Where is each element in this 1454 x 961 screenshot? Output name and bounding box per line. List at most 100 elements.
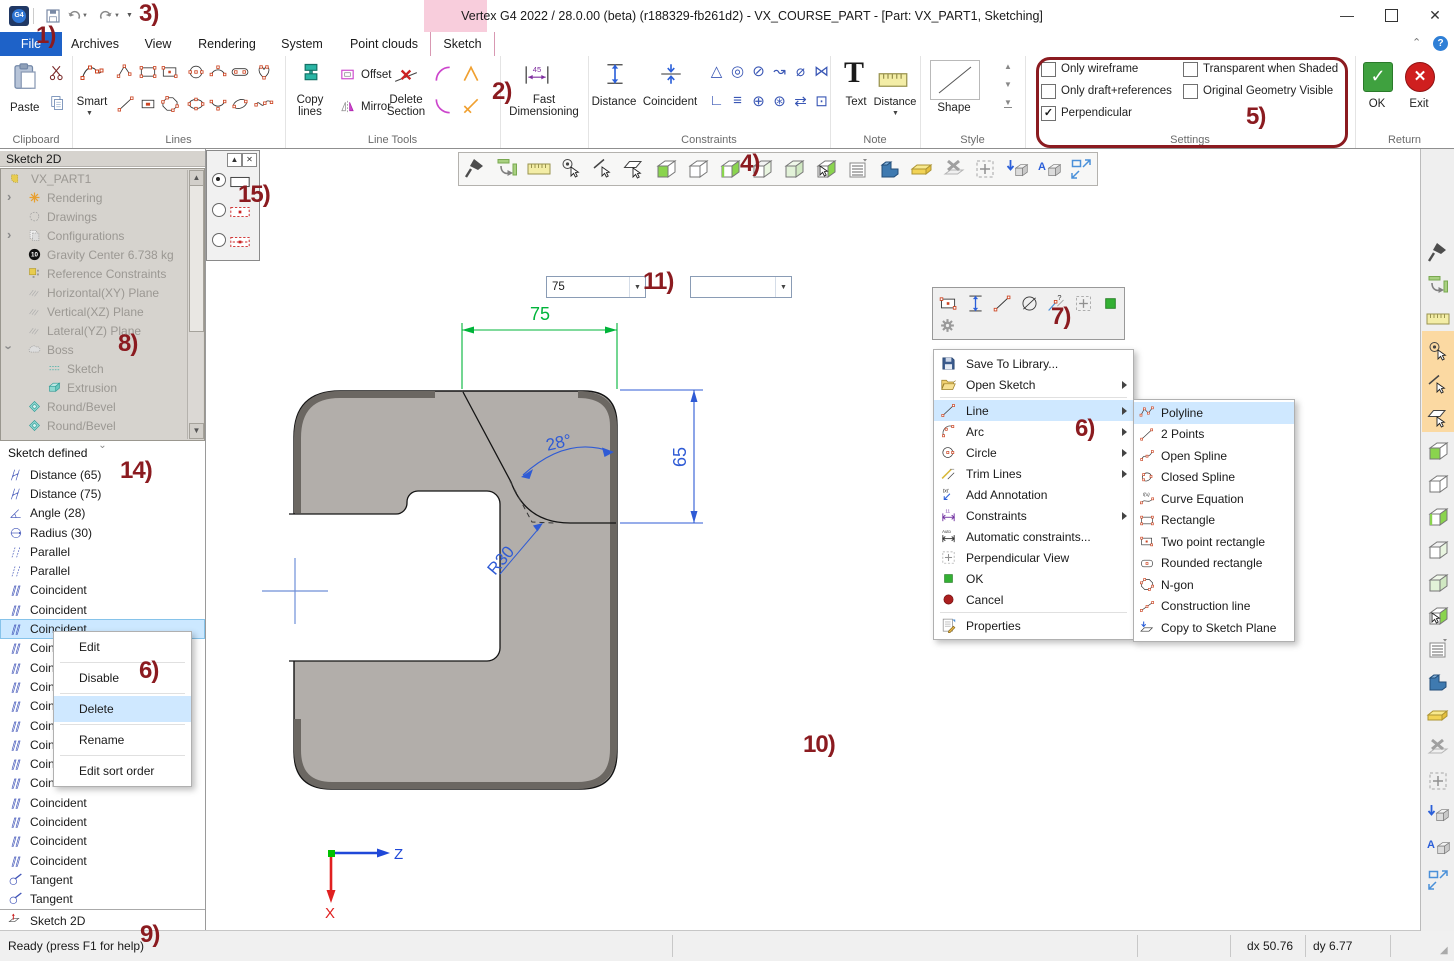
constraint-item-distance-65-[interactable]: Distance (65) [0, 465, 205, 484]
slot-cutout[interactable] [289, 491, 500, 661]
help-icon[interactable]: ? [1433, 36, 1448, 51]
cubefront-button[interactable] [1426, 439, 1450, 463]
moveplane-button[interactable] [1426, 274, 1450, 298]
chevron-down-icon[interactable]: › [2, 345, 17, 349]
rectf-tool[interactable] [138, 94, 158, 114]
tree-item-round-bevel[interactable]: Round/Bevel [1, 416, 204, 435]
menu-item-construction-line[interactable]: Construction line [1134, 596, 1294, 618]
menu-item-open-spline[interactable]: Open Spline [1134, 445, 1294, 467]
distance-dropdown-icon[interactable]: ▼ [892, 110, 899, 117]
cubefront-button[interactable] [650, 153, 682, 185]
constraint-item-coincident[interactable]: Coincident [0, 600, 205, 619]
menu-item-closed-spline[interactable]: Closed Spline [1134, 467, 1294, 489]
listi-button[interactable] [842, 153, 874, 185]
checkbox-only-draft-references[interactable] [1041, 84, 1056, 99]
cubeback-button[interactable] [1426, 538, 1450, 562]
tab-system[interactable]: System [266, 32, 338, 56]
lblock-button[interactable] [874, 153, 906, 185]
rect-tool[interactable] [138, 62, 158, 82]
linesel-button[interactable] [587, 153, 619, 185]
line2-tool[interactable] [116, 94, 136, 114]
pin-button[interactable] [459, 153, 491, 185]
ok-label[interactable]: OK [1355, 98, 1399, 110]
undo-icon[interactable]: ▼ [66, 5, 88, 27]
arcdn-tool[interactable] [208, 94, 228, 114]
circle3-tool[interactable] [186, 62, 206, 82]
perpx-button[interactable] [1070, 290, 1097, 316]
menu-item-arc[interactable]: Arc [934, 421, 1133, 442]
menu-item-edit[interactable]: Edit [54, 634, 191, 660]
distance-constraint-icon[interactable] [602, 61, 628, 87]
exit-button[interactable]: ✕ [1405, 62, 1435, 92]
checkbox-transparent-when-shaded[interactable] [1183, 62, 1198, 77]
dropdown-arrow-icon[interactable]: ▼ [629, 277, 645, 297]
chamf1-tool[interactable] [461, 64, 481, 84]
menu-item-disable[interactable]: Disable [54, 665, 191, 691]
fillet2-tool[interactable] [433, 96, 453, 116]
tree-item-sketch[interactable]: Sketch [1, 359, 204, 378]
width-value[interactable]: 75 [530, 304, 550, 324]
constraint-item-tangent[interactable]: Tangent [0, 870, 205, 889]
ruler-button[interactable] [1426, 307, 1450, 331]
smart-label[interactable]: Smart [72, 96, 112, 108]
mirror-icon[interactable] [339, 98, 356, 115]
constraint-item-angle-28-[interactable]: Angle (28) [0, 504, 205, 523]
menu-item-delete[interactable]: Delete [54, 696, 191, 722]
ngon-tool[interactable] [160, 94, 180, 114]
constraint-tool[interactable]: ⇄ [790, 92, 811, 110]
distance-note-icon[interactable] [878, 65, 908, 95]
mode-radio-2[interactable] [212, 203, 226, 217]
line2-button[interactable] [989, 290, 1016, 316]
dimension-value[interactable]: 75 [547, 281, 629, 293]
tab-point-clouds[interactable]: Point clouds [338, 32, 430, 56]
okg-button[interactable] [1097, 290, 1124, 316]
chevron-right-icon[interactable]: › [7, 227, 11, 242]
scroll-down-icon[interactable]: ▼ [189, 423, 204, 439]
panel-close-icon[interactable]: ✕ [242, 153, 257, 167]
tree-item-vx-part1[interactable]: VX_PART1 [1, 169, 204, 188]
menu-item-rounded-rectangle[interactable]: Rounded rectangle [1134, 553, 1294, 575]
offset-icon[interactable] [339, 66, 356, 83]
collapse-ribbon-icon[interactable]: ⌃ [1412, 36, 1421, 49]
menu-item-add-annotation[interactable]: txtAdd Annotation [934, 484, 1133, 505]
close-button[interactable]: ✕ [1418, 0, 1452, 30]
constraint-item-tangent[interactable]: Tangent [0, 890, 205, 909]
planesel-button[interactable] [619, 153, 651, 185]
tree-item-lateral-yz-plane[interactable]: Lateral(YZ) Plane [1, 321, 204, 340]
tab-rendering[interactable]: Rendering [188, 32, 266, 56]
fitview-button[interactable] [1426, 868, 1450, 892]
tree-item-round-bevel[interactable]: Round/Bevel [1, 397, 204, 416]
menu-item-constraints[interactable]: 11Constraints [934, 505, 1133, 526]
planesel-button[interactable] [1426, 406, 1450, 430]
quick-access-customize-icon[interactable]: ▼ [126, 12, 133, 19]
cubewire-button[interactable] [682, 153, 714, 185]
menu-item-circle[interactable]: Circle [934, 442, 1133, 463]
delx-button[interactable] [1426, 736, 1450, 760]
cubesolid-button[interactable] [1426, 571, 1450, 595]
angline-tool[interactable] [116, 62, 136, 82]
acube-button[interactable]: A [1426, 835, 1450, 859]
delx-button[interactable] [938, 153, 970, 185]
mode-radio-3[interactable] [212, 233, 226, 247]
tprect2-button[interactable] [935, 290, 962, 316]
scroll-thumb[interactable] [189, 185, 204, 332]
perpx-button[interactable] [1426, 769, 1450, 793]
fast-dim-label2[interactable]: Dimensioning [500, 106, 588, 118]
constraint-item-coincident[interactable]: Coincident [0, 581, 205, 600]
menu-item-automatic-constraints-[interactable]: AutoAutomatic constraints... [934, 526, 1133, 547]
constraint-item-radius-30-[interactable]: Radius (30) [0, 523, 205, 542]
ellipse2-tool[interactable] [230, 94, 250, 114]
tree-item-configurations[interactable]: ›Configurations [1, 226, 204, 245]
ellipse-tool[interactable] [186, 94, 206, 114]
constraint-tool[interactable]: ⊛ [769, 92, 790, 110]
constraint-tool[interactable]: ≡ [727, 92, 748, 109]
tree-item-vertical-xz-plane[interactable]: Vertical(XZ) Plane [1, 302, 204, 321]
fast-dimensioning-icon[interactable]: 45 [524, 62, 550, 88]
tree-scrollbar[interactable]: ▲ ▼ [187, 170, 203, 439]
slot-tool[interactable] [230, 62, 250, 82]
checkbox-only-wireframe[interactable] [1041, 62, 1056, 77]
tab-file[interactable]: File [0, 32, 62, 56]
pquery-button[interactable]: ? [1043, 290, 1070, 316]
cubesel-button[interactable] [1426, 604, 1450, 628]
constraint-item-coincident[interactable]: Coincident [0, 832, 205, 851]
